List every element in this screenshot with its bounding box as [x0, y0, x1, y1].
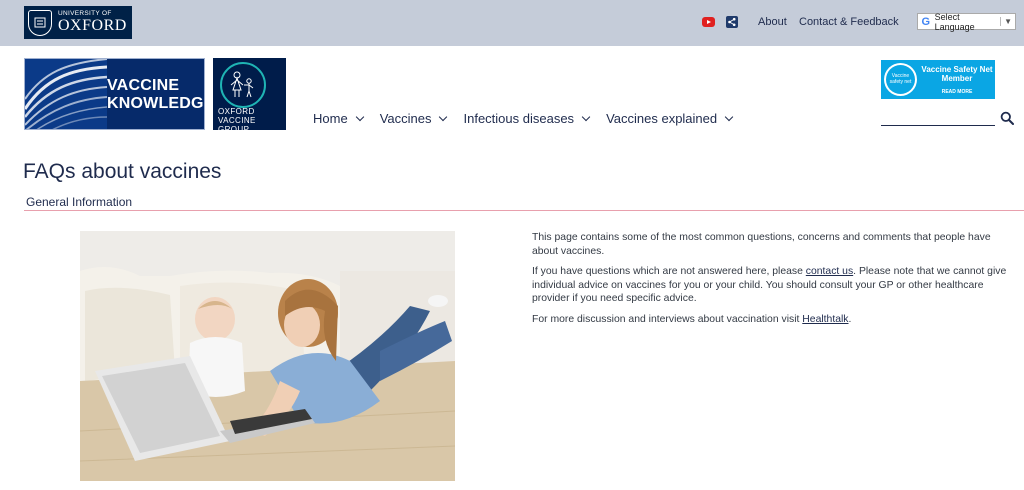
nav-item-home[interactable]: Home [313, 111, 364, 126]
nav-item-label: Vaccines [379, 111, 432, 126]
vsn-read-more[interactable]: READ MORE [921, 89, 993, 95]
healthtalk-paragraph: For more discussion and interviews about… [532, 313, 852, 325]
oxford-crest-icon [28, 9, 52, 36]
family-figures-icon [220, 62, 266, 108]
oxford-vaccine-group-logo[interactable]: OXFORD VACCINE GROUP [213, 58, 286, 134]
contact-feedback-link[interactable]: Contact & Feedback [799, 16, 899, 28]
healthtalk-link[interactable]: Healthtalk [802, 314, 848, 325]
nav-item-vaccines-explained[interactable]: Vaccines explained [606, 111, 734, 126]
vsn-title: Vaccine Safety Net Member [921, 65, 993, 83]
contact-paragraph: If you have questions which are not answ… [532, 266, 1007, 304]
intro-paragraph: This page contains some of the most comm… [532, 232, 991, 257]
nav-item-label: Infectious diseases [463, 111, 575, 126]
vsn-badge-text: Vaccine safety net [886, 65, 915, 94]
nav-item-infectious-diseases[interactable]: Infectious diseases [463, 111, 591, 126]
contact-us-link[interactable]: contact us [806, 266, 853, 277]
share-icon[interactable] [726, 16, 738, 28]
vaccine-knowledge-logo[interactable]: VACCINE KNOWLEDGE [24, 58, 205, 130]
chevron-down-icon [439, 112, 448, 122]
nav-item-label: Vaccines explained [606, 111, 718, 126]
search-input[interactable] [881, 110, 995, 126]
vk-logo-line2: KNOWLEDGE [107, 95, 205, 112]
vaccine-safety-net-badge[interactable]: Vaccine safety net Vaccine Safety Net Me… [881, 60, 995, 99]
page-title: FAQs about vaccines [23, 160, 222, 183]
waves-graphic-icon [25, 59, 107, 129]
dropdown-arrow-icon: ▼ [1000, 17, 1012, 26]
mother-baby-laptop-photo [80, 231, 455, 481]
nav-item-label: Home [313, 111, 348, 126]
youtube-icon[interactable] [702, 17, 715, 27]
nav-item-vaccines[interactable]: Vaccines [379, 111, 448, 126]
about-link[interactable]: About [758, 16, 787, 28]
google-g-icon: G [921, 15, 931, 28]
main-nav: Home Vaccines Infectious diseases Vaccin… [313, 111, 749, 126]
search-icon[interactable] [1000, 111, 1014, 125]
language-select-label: Select Language [934, 11, 975, 32]
oxford-logo-text: OXFORD [58, 17, 127, 35]
page-content: This page contains some of the most comm… [532, 231, 1012, 333]
top-bar: UNIVERSITY OF OXFORD About Contact & Fee… [0, 0, 1024, 46]
ovg-logo-line1: OXFORD [218, 107, 255, 116]
section-divider [24, 210, 1024, 211]
oxford-university-logo[interactable]: UNIVERSITY OF OXFORD [24, 6, 132, 39]
language-select[interactable]: G Select Language ▼ [917, 11, 1016, 32]
chevron-down-icon [724, 112, 734, 122]
chevron-down-icon [355, 112, 364, 122]
vk-logo-line1: VACCINE [107, 77, 180, 94]
ovg-logo-line2: VACCINE GROUP [218, 116, 256, 134]
chevron-down-icon [581, 112, 591, 122]
section-heading: General Information [26, 195, 133, 209]
